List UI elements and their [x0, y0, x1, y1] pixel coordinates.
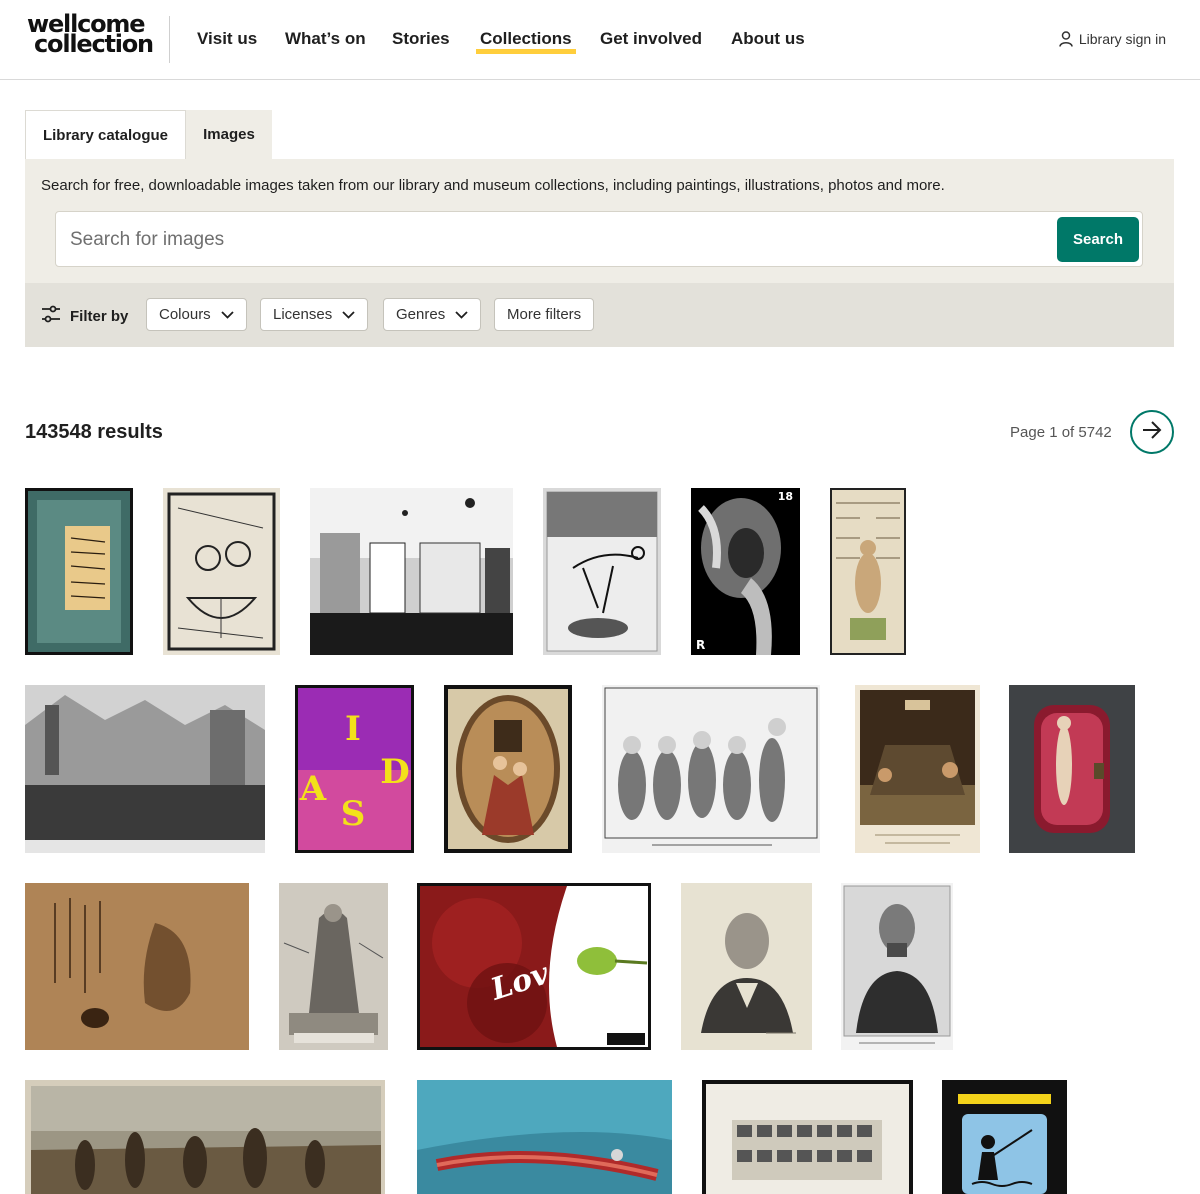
site-header: wellcome collection Visit us What’s on S… [0, 0, 1200, 80]
image-result[interactable] [279, 883, 388, 1050]
portrait-photo-thumb [841, 883, 953, 1050]
genres-filter-label: Genres [396, 306, 446, 323]
svg-text:D: D [380, 752, 409, 792]
search-box: Search [55, 211, 1143, 267]
nav-about-us[interactable]: About us [731, 29, 805, 49]
nav-get-involved[interactable]: Get involved [600, 29, 702, 49]
svg-text:S: S [341, 794, 366, 834]
image-result[interactable] [25, 488, 133, 655]
image-result[interactable] [855, 685, 980, 853]
image-result[interactable] [702, 1080, 913, 1194]
image-result[interactable] [25, 883, 249, 1050]
colours-filter-label: Colours [159, 306, 211, 323]
scroll-painting-thumb [25, 883, 249, 1050]
aids-poster-thumb: IA DS [295, 685, 414, 853]
saint-engraving-thumb [279, 883, 388, 1050]
image-result[interactable] [417, 1080, 672, 1194]
svg-text:I: I [345, 709, 361, 749]
figurine-case-thumb [1009, 685, 1135, 853]
image-result[interactable] [25, 1080, 385, 1194]
arrow-right-icon [1141, 420, 1163, 445]
surgery-photo-thumb [417, 1080, 672, 1194]
caricature-thumb [602, 685, 820, 853]
colours-filter-button[interactable]: Colours [146, 298, 247, 331]
image-result[interactable]: Love [417, 883, 651, 1050]
library-sign-in-link[interactable]: Library sign in [1059, 31, 1166, 47]
filter-sliders-icon [41, 305, 61, 327]
image-result[interactable]: IA DS [295, 685, 414, 853]
chevron-down-icon [342, 310, 355, 319]
svg-text:A: A [299, 769, 327, 809]
nav-visit-us[interactable]: Visit us [197, 29, 257, 49]
hiv-poster-thumb [942, 1080, 1067, 1194]
chevron-down-icon [221, 310, 234, 319]
image-result[interactable] [543, 488, 661, 655]
nav-stories[interactable]: Stories [392, 29, 450, 49]
image-result[interactable] [841, 883, 953, 1050]
more-filters-button[interactable]: More filters [494, 298, 595, 331]
nav-whats-on[interactable]: What’s on [285, 29, 366, 49]
portrait-lithograph-thumb [681, 883, 812, 1050]
user-icon [1059, 31, 1073, 47]
sign-in-label: Library sign in [1078, 31, 1166, 47]
pagination-info: Page 1 of 5742 [1010, 424, 1112, 441]
image-result[interactable] [163, 488, 280, 655]
love-poster-thumb: Love [417, 883, 651, 1050]
bath-painting-thumb [855, 685, 980, 853]
nav-collections[interactable]: Collections [476, 29, 576, 54]
oil-painting-thumb [25, 1080, 385, 1194]
wellcome-logo[interactable]: wellcome collection [27, 12, 154, 58]
engraving-thumb [163, 488, 280, 655]
filter-bar: Filter by Colours Licenses Genres More f… [25, 283, 1174, 347]
image-result[interactable] [602, 685, 820, 853]
header-divider [169, 16, 170, 63]
search-button[interactable]: Search [1057, 217, 1139, 262]
image-result[interactable] [830, 488, 906, 655]
image-result[interactable]: 18 R [691, 488, 800, 655]
motion-study-thumb [702, 1080, 913, 1194]
xray-thumb: 18 R [691, 488, 800, 655]
search-input[interactable] [70, 220, 1030, 260]
licenses-filter-button[interactable]: Licenses [260, 298, 369, 331]
logo-line-2: collection [34, 30, 154, 58]
calligraphy-thumb [25, 488, 133, 655]
licenses-filter-label: Licenses [273, 306, 333, 323]
museum-photo-thumb [310, 488, 513, 655]
tab-library-catalogue[interactable]: Library catalogue [25, 110, 186, 159]
oval-painting-thumb [444, 685, 572, 853]
filter-by-text: Filter by [70, 307, 129, 325]
image-result[interactable] [942, 1080, 1067, 1194]
image-result[interactable] [25, 685, 265, 853]
image-result[interactable] [1009, 685, 1135, 853]
image-result[interactable] [310, 488, 513, 655]
genres-filter-button[interactable]: Genres [383, 298, 482, 331]
anatomy-thumb [830, 488, 906, 655]
chevron-down-icon [455, 310, 468, 319]
skeleton-thumb [543, 488, 661, 655]
tab-images[interactable]: Images [186, 110, 272, 159]
search-description: Search for free, downloadable images tak… [41, 177, 945, 194]
filter-by-label[interactable]: Filter by [41, 305, 128, 327]
procession-thumb [25, 685, 265, 853]
search-panel: Search for free, downloadable images tak… [25, 159, 1174, 283]
next-page-button[interactable] [1130, 410, 1174, 454]
results-count: 143548 results [25, 421, 163, 443]
svg-text:R: R [696, 638, 705, 652]
image-result[interactable] [444, 685, 572, 853]
image-result[interactable] [681, 883, 812, 1050]
svg-text:18: 18 [778, 490, 793, 503]
